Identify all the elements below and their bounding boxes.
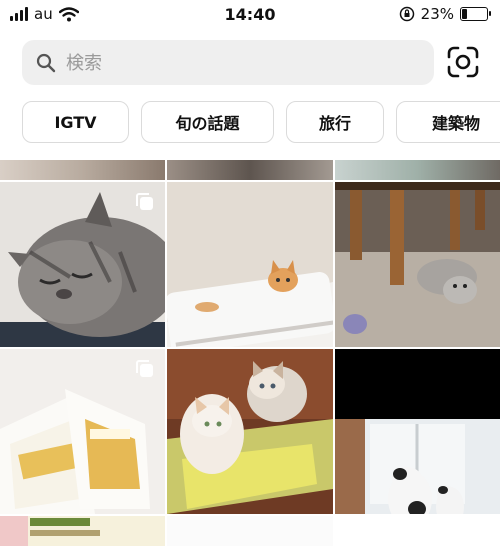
grid-photo-two-cats[interactable]	[167, 349, 333, 514]
grid-photo-sleeping-cat[interactable]	[0, 182, 165, 347]
chip-travel[interactable]: 旅行	[286, 101, 384, 143]
cat-on-aircon-photo	[167, 182, 333, 347]
carousel-icon	[136, 360, 153, 377]
chip-igtv[interactable]: IGTV	[22, 101, 129, 143]
battery-icon	[460, 7, 491, 21]
cats-at-window-photo	[335, 349, 500, 514]
carousel-icon	[136, 193, 153, 210]
grid-photo-window-cats[interactable]	[335, 349, 500, 514]
grid-photo[interactable]	[335, 160, 500, 180]
search-input[interactable]	[64, 40, 418, 87]
grid-photo[interactable]	[167, 160, 333, 180]
grid-photo-cat-under-table[interactable]	[335, 182, 500, 347]
search-icon	[36, 53, 56, 73]
chip-architecture[interactable]: 建築物	[396, 101, 500, 143]
grid-photo-cat-on-ac[interactable]	[167, 182, 333, 347]
orientation-lock-icon	[399, 6, 414, 22]
status-bar: au 14:40 23%	[0, 0, 500, 30]
chip-trending[interactable]: 旬の話題	[141, 101, 274, 143]
topic-chips: IGTV 旬の話題 旅行 建築物	[22, 101, 500, 147]
battery-percent: 23%	[420, 5, 454, 23]
status-right: 23%	[399, 5, 491, 23]
cat-under-table-photo	[335, 182, 500, 347]
grid-photo[interactable]	[0, 160, 165, 180]
grid-photo-cake[interactable]	[0, 349, 165, 514]
search-bar[interactable]	[22, 40, 434, 87]
qr-scan-icon[interactable]	[445, 44, 481, 80]
two-cats-photo	[167, 349, 333, 514]
